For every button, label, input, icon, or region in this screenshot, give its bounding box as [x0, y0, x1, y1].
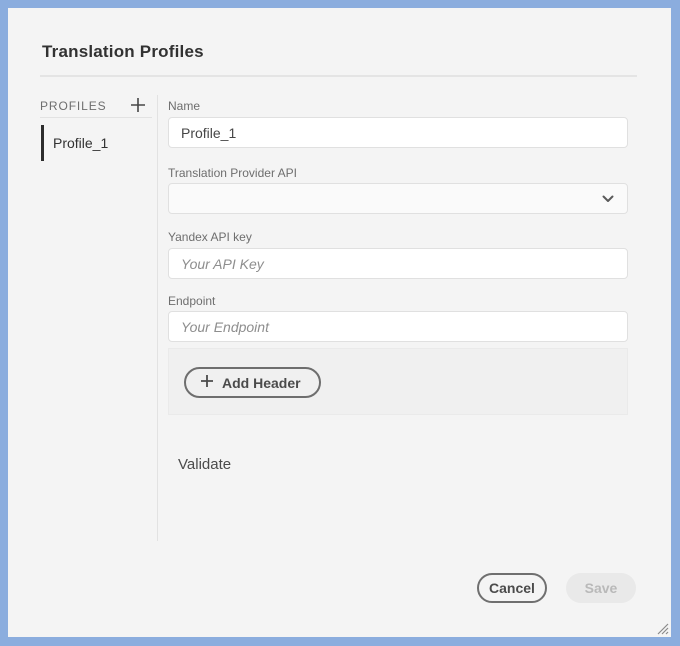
- api-key-label: Yandex API key: [168, 230, 252, 244]
- save-button[interactable]: Save: [566, 573, 636, 603]
- plus-icon: [200, 374, 214, 391]
- plus-icon: [129, 96, 147, 117]
- add-header-button[interactable]: Add Header: [184, 367, 321, 398]
- add-header-label: Add Header: [222, 375, 301, 391]
- headers-panel: Add Header: [168, 348, 628, 415]
- profiles-list-header: PROFILES: [40, 99, 107, 113]
- add-profile-button[interactable]: [126, 94, 150, 118]
- dialog-focus-frame: Translation Profiles PROFILES Profile_1 …: [0, 0, 680, 646]
- page-title: Translation Profiles: [42, 42, 204, 62]
- validate-link[interactable]: Validate: [178, 456, 231, 473]
- cancel-button[interactable]: Cancel: [477, 573, 547, 603]
- provider-api-label: Translation Provider API: [168, 166, 297, 180]
- sidebar-divider: [40, 117, 152, 118]
- translation-profiles-dialog: Translation Profiles PROFILES Profile_1 …: [8, 8, 671, 637]
- provider-api-select[interactable]: [168, 183, 628, 214]
- chevron-down-icon: [602, 190, 614, 208]
- endpoint-input[interactable]: [168, 311, 628, 342]
- sidebar-item-profile[interactable]: Profile_1: [41, 125, 153, 161]
- header-divider: [40, 75, 637, 77]
- selected-indicator: [41, 125, 44, 161]
- endpoint-label: Endpoint: [168, 294, 215, 308]
- name-input[interactable]: [168, 117, 628, 148]
- sidebar-item-label: Profile_1: [53, 135, 108, 151]
- resize-grip-icon[interactable]: [653, 619, 669, 635]
- api-key-input[interactable]: [168, 248, 628, 279]
- form-divider: [157, 95, 158, 541]
- name-label: Name: [168, 99, 200, 113]
